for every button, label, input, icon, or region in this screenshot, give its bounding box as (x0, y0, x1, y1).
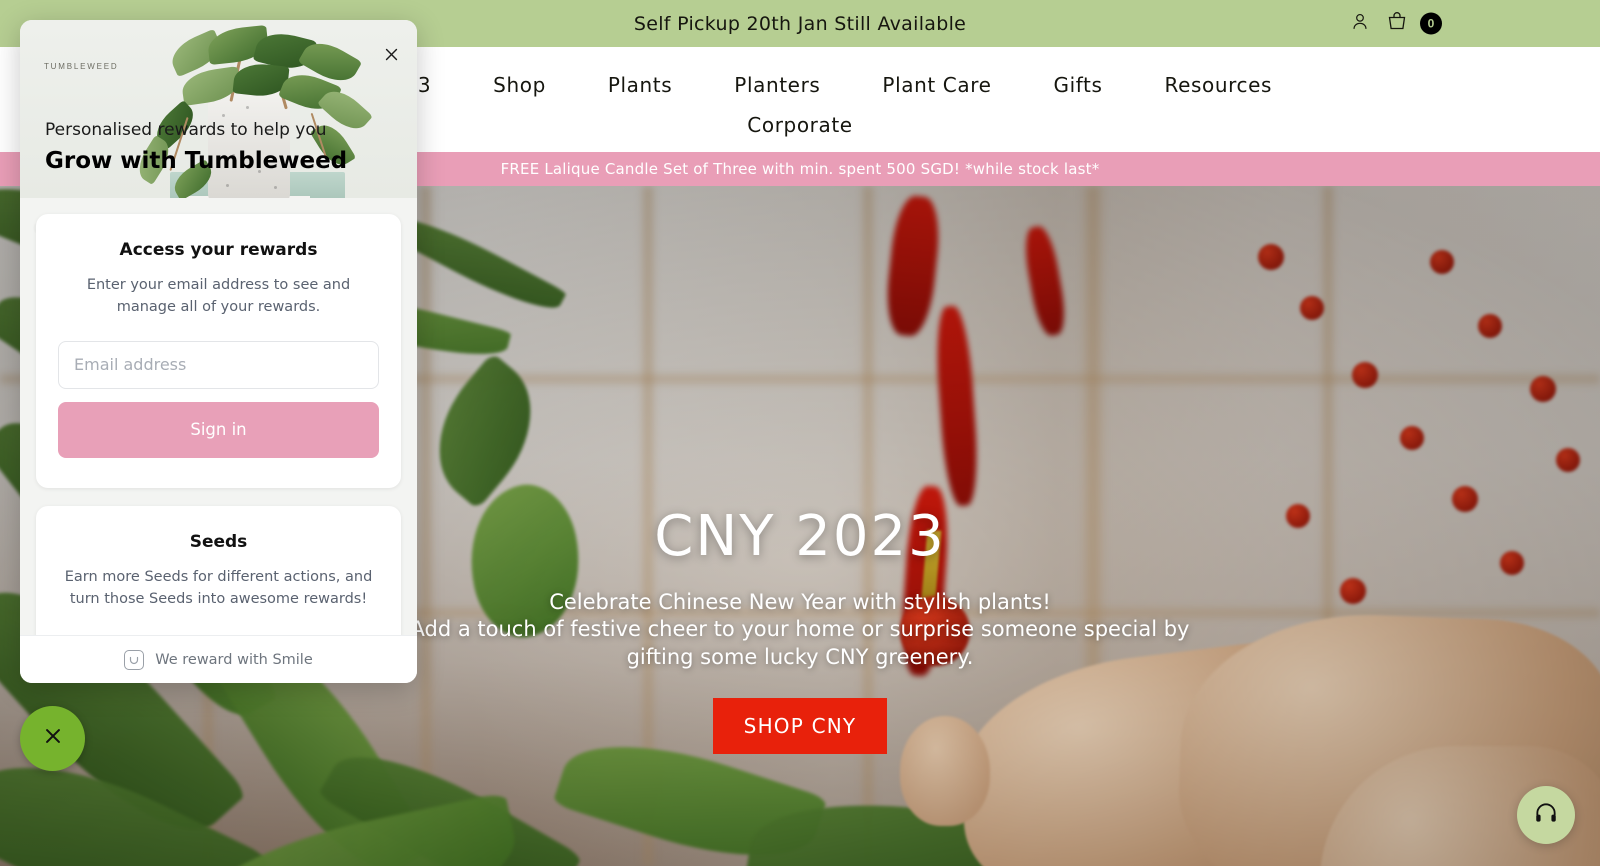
close-rewards-launcher-button[interactable] (20, 706, 85, 771)
close-x-icon (42, 725, 64, 752)
seeds-card: Seeds Earn more Seeds for different acti… (36, 505, 401, 635)
cart-count-badge[interactable]: 0 (1420, 12, 1442, 35)
smile-logo-icon (124, 649, 145, 670)
nav-item-gifts[interactable]: Gifts (1022, 65, 1133, 105)
shopping-basket-icon[interactable] (1385, 9, 1409, 38)
nav-item-plant-care[interactable]: Plant Care (851, 65, 1022, 105)
rewards-modal-footer: We reward with Smile (20, 635, 417, 683)
access-rewards-title: Access your rewards (119, 240, 318, 260)
access-rewards-card: Access your rewards Enter your email add… (36, 214, 401, 488)
promo-text: FREE Lalique Candle Set of Three with mi… (500, 160, 1100, 178)
modal-brand-logo: TUMBLEWEED (44, 62, 119, 71)
rewards-modal: TUMBLEWEED Personalised rewards to help … (20, 20, 417, 683)
nav-item-planters[interactable]: Planters (703, 65, 851, 105)
shop-cny-button[interactable]: SHOP CNY (712, 697, 888, 754)
header-utility-icons: 0 (1349, 9, 1442, 38)
rewards-modal-header: TUMBLEWEED Personalised rewards to help … (20, 20, 417, 198)
access-rewards-description: Enter your email address to see and mana… (86, 277, 351, 316)
email-input[interactable] (58, 340, 379, 389)
nav-item-shop[interactable]: Shop (462, 65, 577, 105)
seeds-description: Earn more Seeds for different actions, a… (64, 568, 373, 608)
headphones-icon (1533, 800, 1559, 831)
nav-item-resources[interactable]: Resources (1134, 65, 1304, 105)
announcement-text: Self Pickup 20th Jan Still Available (633, 12, 967, 35)
support-chat-button[interactable] (1517, 786, 1575, 844)
close-x-icon (385, 48, 397, 60)
modal-tagline: Personalised rewards to help you (45, 120, 327, 140)
modal-close-button[interactable] (379, 42, 403, 66)
modal-plant-pot (208, 92, 290, 198)
seeds-title: Seeds (189, 531, 248, 552)
rewards-modal-body[interactable]: Access your rewards Enter your email add… (20, 198, 417, 635)
modal-title: Grow with Tumbleweed (45, 148, 348, 174)
smile-footer-text: We reward with Smile (155, 651, 313, 668)
sign-in-button[interactable]: Sign in (58, 401, 379, 458)
page-root: Self Pickup 20th Jan Still Available 0 S… (0, 0, 1600, 866)
user-icon[interactable] (1349, 10, 1371, 37)
nav-item-plants[interactable]: Plants (577, 65, 703, 105)
nav-item-corporate[interactable]: Corporate (716, 105, 883, 145)
